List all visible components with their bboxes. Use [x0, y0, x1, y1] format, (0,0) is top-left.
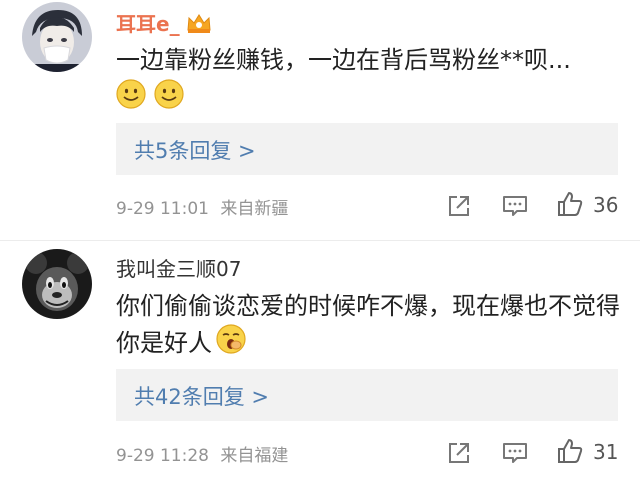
view-replies-link[interactable]: 共42条回复 > [134, 381, 269, 411]
like-count: 31 [593, 440, 619, 464]
view-replies-link[interactable]: 共5条回复 > [134, 135, 256, 165]
crown-icon [186, 12, 212, 39]
timestamp: 9-29 11:01 [116, 199, 209, 219]
avatar[interactable] [22, 249, 92, 319]
comment-text-content: 你们偷偷谈恋爱的时候咋不爆，现在爆也不觉得你是好人 [116, 292, 620, 357]
like-icon[interactable] [556, 437, 584, 469]
username[interactable]: 我叫金三顺07 [116, 253, 241, 282]
like-count: 36 [593, 193, 619, 217]
smile-emoji [154, 79, 184, 113]
replies-box[interactable]: 共5条回复 > [116, 123, 618, 175]
avatar[interactable] [22, 2, 92, 72]
timestamp: 9-29 11:28 [116, 446, 209, 466]
share-icon[interactable] [446, 440, 472, 470]
share-icon[interactable] [446, 193, 472, 223]
comment-icon[interactable] [501, 193, 529, 223]
comment-icon[interactable] [501, 440, 529, 470]
location: 来自新疆 [220, 199, 289, 219]
comment-item: 耳耳e_ 一边靠粉丝赚钱，一边在背后骂粉丝**呗... 共5条回复 > 9-29… [0, 0, 640, 240]
yawn-emoji [216, 324, 246, 364]
username-text[interactable]: 耳耳e_ [116, 12, 180, 36]
comment-text: 一边靠粉丝赚钱，一边在背后骂粉丝**呗... [116, 46, 571, 74]
comment-text: 你们偷偷谈恋爱的时候咋不爆，现在爆也不觉得你是好人 [116, 288, 626, 364]
replies-box[interactable]: 共42条回复 > [116, 369, 618, 421]
comment-meta: 9-29 11:01 来自新疆 [116, 194, 288, 219]
smile-emoji [116, 79, 146, 113]
comment-meta: 9-29 11:28 来自福建 [116, 441, 288, 466]
location: 来自福建 [220, 446, 289, 466]
comment-item: 我叫金三顺07 你们偷偷谈恋爱的时候咋不爆，现在爆也不觉得你是好人 共42条回复… [0, 241, 640, 482]
like-icon[interactable] [556, 190, 584, 222]
username[interactable]: 耳耳e_ [116, 8, 212, 39]
